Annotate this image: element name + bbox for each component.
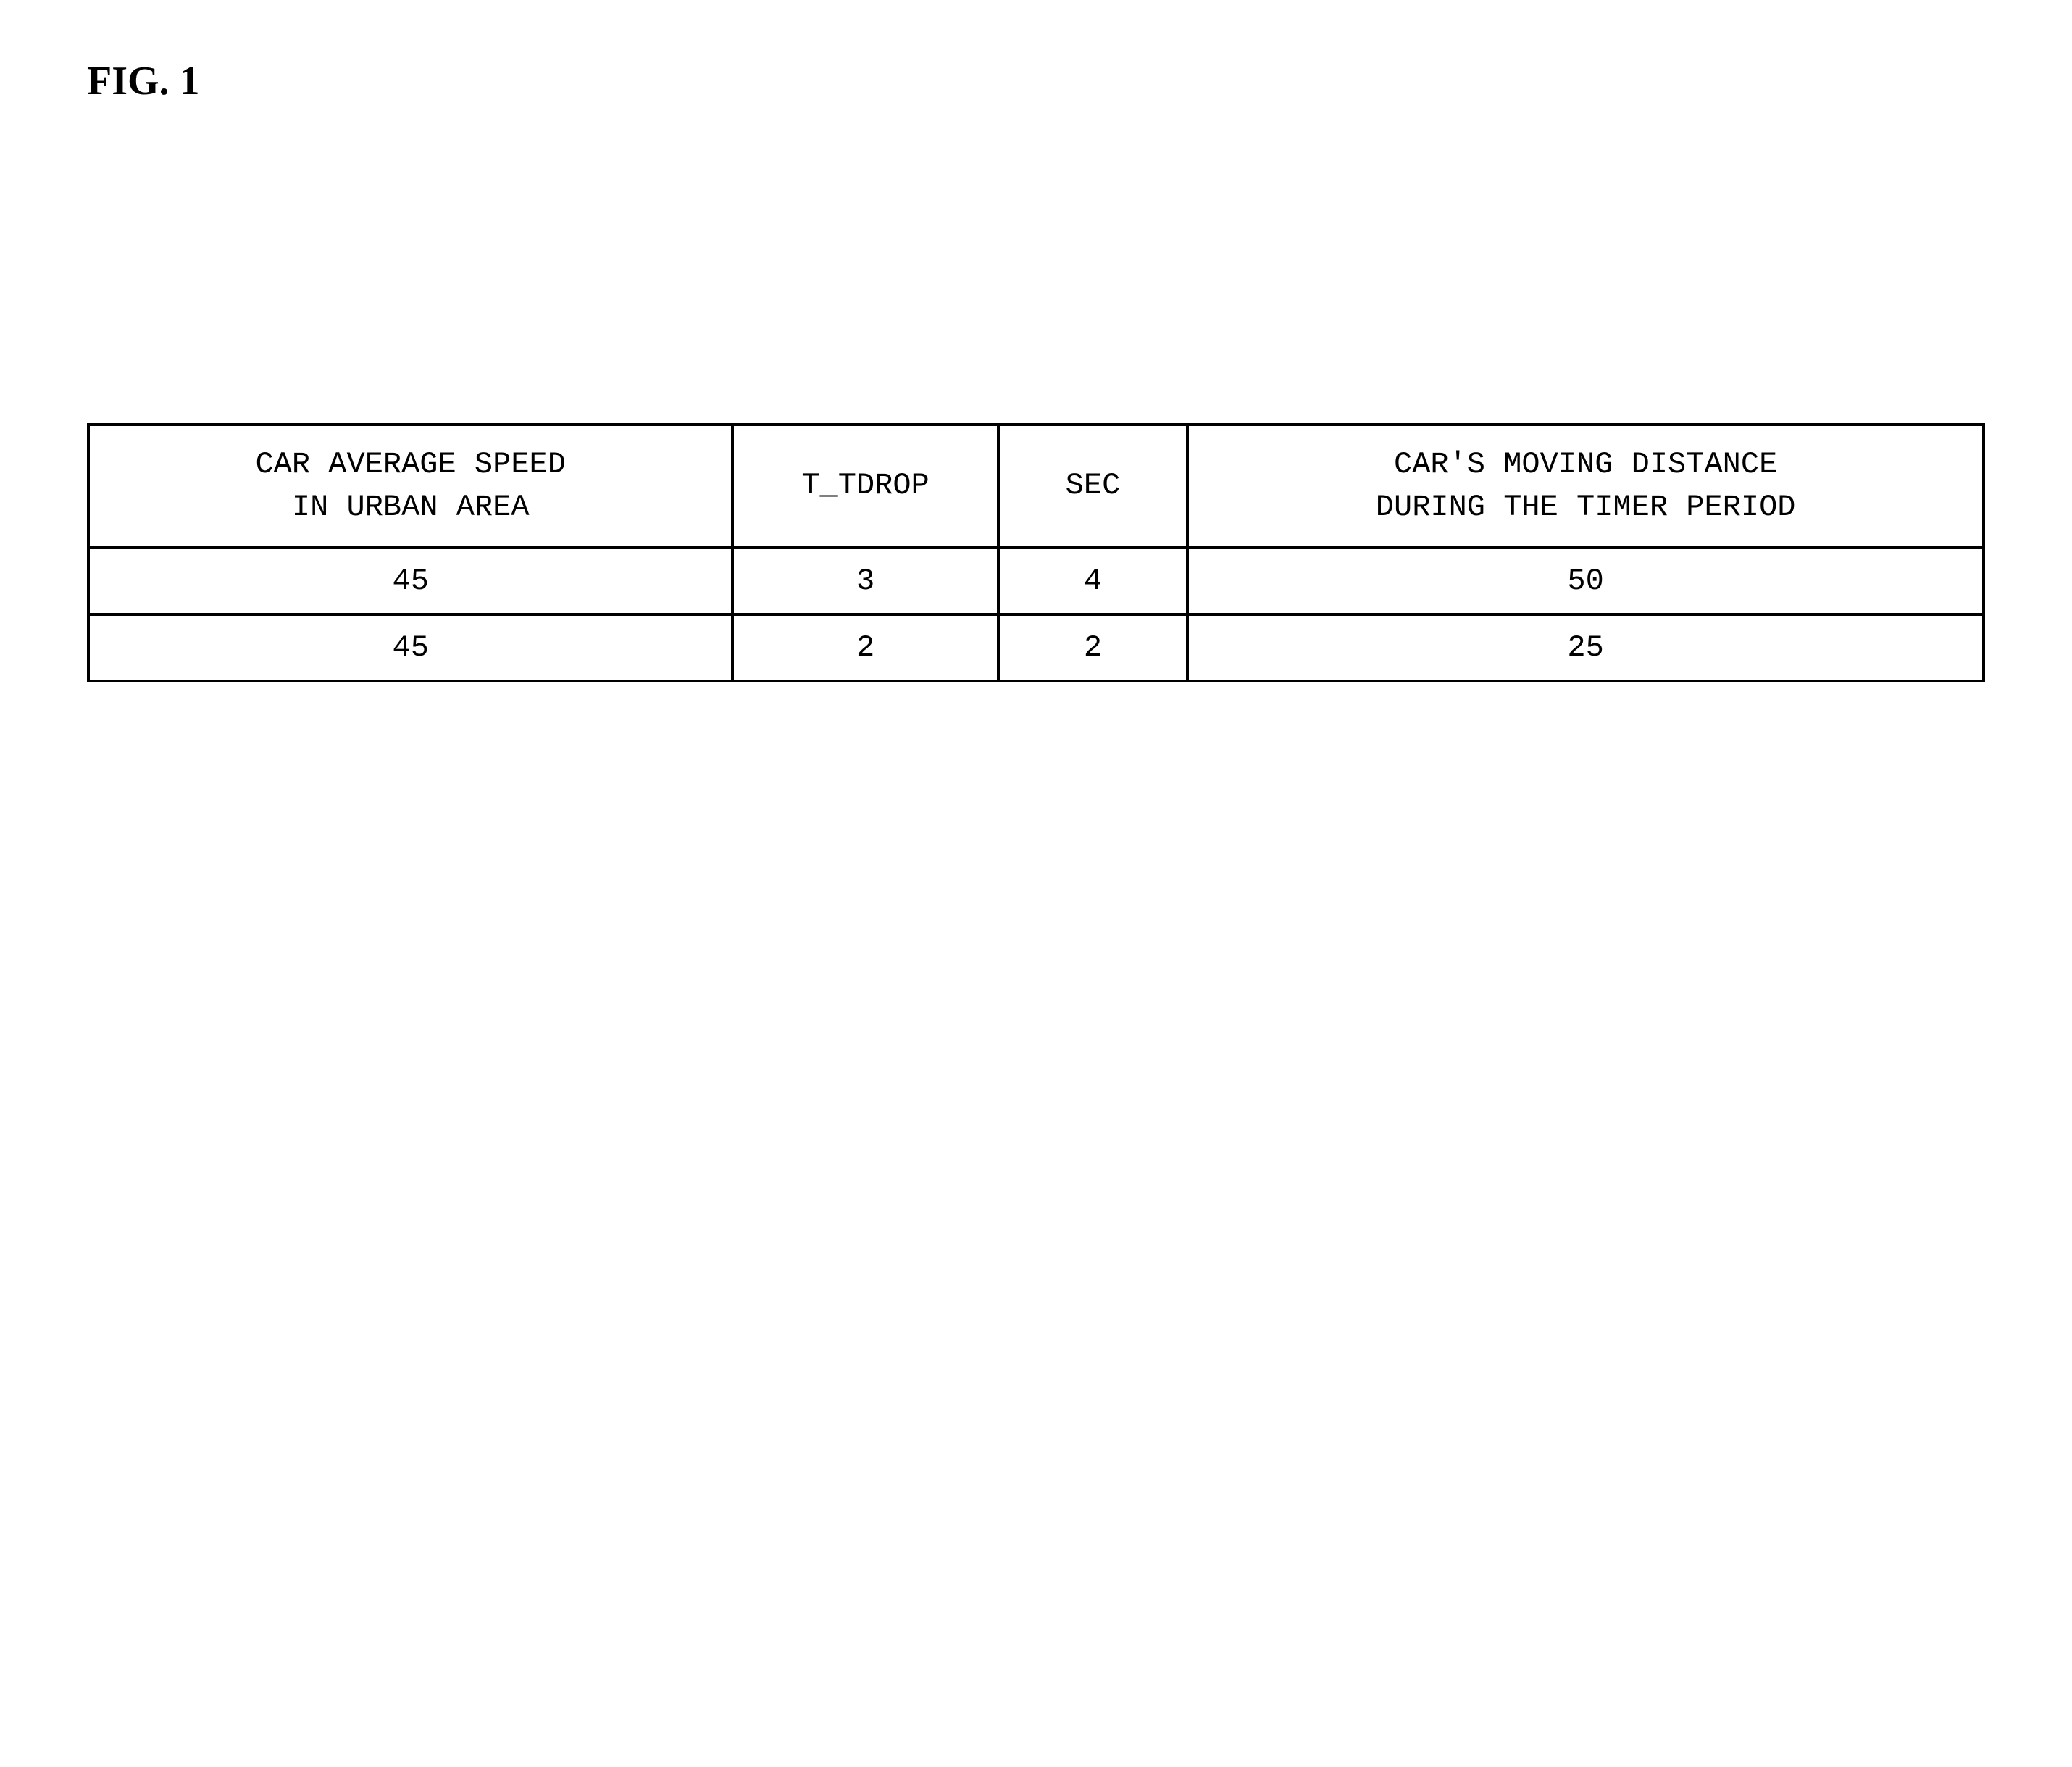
cell-tdrop: 3: [732, 548, 998, 614]
cell-speed: 45: [88, 548, 732, 614]
cell-tdrop: 2: [732, 614, 998, 681]
header-car-average-speed: CAR AVERAGE SPEEDIN URBAN AREA: [88, 425, 732, 548]
cell-dist: 25: [1187, 614, 1984, 681]
table-header-row: CAR AVERAGE SPEEDIN URBAN AREA T_TDROP S…: [88, 425, 1984, 548]
data-table: CAR AVERAGE SPEEDIN URBAN AREA T_TDROP S…: [87, 423, 1985, 682]
cell-speed: 45: [88, 614, 732, 681]
header-t-tdrop: T_TDROP: [732, 425, 998, 548]
cell-sec: 2: [998, 614, 1188, 681]
figure-title: FIG. 1: [87, 58, 1985, 104]
cell-dist: 50: [1187, 548, 1984, 614]
table-row: 45 3 4 50: [88, 548, 1984, 614]
header-moving-distance: CAR'S MOVING DISTANCEDURING THE TIMER PE…: [1187, 425, 1984, 548]
table-row: 45 2 2 25: [88, 614, 1984, 681]
cell-sec: 4: [998, 548, 1188, 614]
header-sec: SEC: [998, 425, 1188, 548]
